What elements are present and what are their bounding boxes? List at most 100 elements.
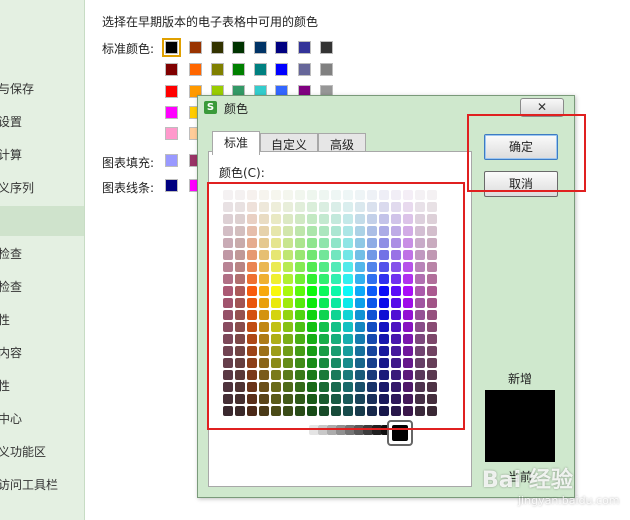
palette-cell[interactable]	[307, 298, 317, 308]
palette-cell[interactable]	[427, 322, 437, 332]
palette-cell[interactable]	[391, 394, 401, 404]
palette-cell[interactable]	[295, 238, 305, 248]
palette-cell[interactable]	[319, 190, 329, 200]
palette-cell[interactable]	[295, 310, 305, 320]
palette-cell[interactable]	[283, 238, 293, 248]
standard-color-swatch[interactable]	[254, 63, 267, 76]
palette-cell[interactable]	[427, 190, 437, 200]
palette-cell[interactable]	[259, 322, 269, 332]
palette-cell[interactable]	[247, 358, 257, 368]
palette-cell[interactable]	[259, 298, 269, 308]
palette-cell[interactable]	[223, 298, 233, 308]
palette-cell[interactable]	[295, 334, 305, 344]
sidebar-item[interactable]: 检查	[0, 239, 84, 269]
standard-color-swatch[interactable]	[162, 38, 181, 57]
palette-cell[interactable]	[307, 322, 317, 332]
palette-cell[interactable]	[319, 334, 329, 344]
palette-cell[interactable]	[307, 358, 317, 368]
palette-cell[interactable]	[355, 358, 365, 368]
palette-cell[interactable]	[319, 346, 329, 356]
palette-cell[interactable]	[259, 358, 269, 368]
palette-cell[interactable]	[415, 382, 425, 392]
palette-cell[interactable]	[331, 310, 341, 320]
sidebar-item[interactable]	[0, 206, 84, 236]
palette-cell[interactable]	[343, 298, 353, 308]
palette-cell[interactable]	[247, 382, 257, 392]
palette-cell[interactable]	[307, 214, 317, 224]
palette-cell[interactable]	[223, 286, 233, 296]
palette-cell[interactable]	[391, 274, 401, 284]
palette-cell[interactable]	[259, 286, 269, 296]
palette-cell[interactable]	[379, 226, 389, 236]
palette-cell[interactable]	[367, 334, 377, 344]
palette-cell[interactable]	[283, 334, 293, 344]
palette-cell[interactable]	[367, 226, 377, 236]
palette-cell[interactable]	[283, 262, 293, 272]
palette-cell[interactable]	[403, 370, 413, 380]
palette-cell[interactable]	[283, 322, 293, 332]
palette-cell[interactable]	[247, 190, 257, 200]
palette-cell[interactable]	[415, 346, 425, 356]
palette-cell[interactable]	[247, 286, 257, 296]
standard-color-swatch[interactable]	[232, 41, 245, 54]
palette-cell[interactable]	[295, 190, 305, 200]
palette-cell[interactable]	[415, 310, 425, 320]
palette-cell[interactable]	[331, 202, 341, 212]
palette-cell[interactable]	[391, 202, 401, 212]
palette-cell[interactable]	[391, 226, 401, 236]
palette-cell[interactable]	[223, 346, 233, 356]
palette-cell[interactable]	[391, 250, 401, 260]
palette-cell[interactable]	[391, 262, 401, 272]
palette-cell[interactable]	[271, 310, 281, 320]
palette-cell[interactable]	[247, 214, 257, 224]
palette-cell[interactable]	[367, 286, 377, 296]
palette-cell[interactable]	[391, 238, 401, 248]
sidebar-item[interactable]: 义功能区	[0, 437, 84, 467]
palette-cell[interactable]	[307, 262, 317, 272]
palette-cell[interactable]	[271, 202, 281, 212]
palette-cell[interactable]	[331, 250, 341, 260]
palette-cell[interactable]	[331, 262, 341, 272]
palette-cell[interactable]	[379, 346, 389, 356]
palette-cell[interactable]	[379, 406, 389, 416]
palette-cell[interactable]	[403, 382, 413, 392]
palette-cell[interactable]	[319, 214, 329, 224]
sidebar-item[interactable]: 中心	[0, 404, 84, 434]
palette-cell[interactable]	[331, 370, 341, 380]
palette-cell[interactable]	[331, 298, 341, 308]
palette-cell[interactable]	[271, 214, 281, 224]
palette-cell[interactable]	[235, 394, 245, 404]
palette-cell[interactable]	[247, 238, 257, 248]
palette-cell[interactable]	[355, 370, 365, 380]
palette-cell[interactable]	[259, 226, 269, 236]
palette-cell[interactable]	[271, 382, 281, 392]
palette-cell[interactable]	[319, 310, 329, 320]
standard-color-swatch[interactable]	[275, 41, 288, 54]
palette-cell[interactable]	[307, 346, 317, 356]
palette-cell[interactable]	[259, 310, 269, 320]
palette-cell[interactable]	[271, 298, 281, 308]
palette-cell[interactable]	[271, 238, 281, 248]
palette-cell[interactable]	[391, 190, 401, 200]
palette-cell[interactable]	[271, 226, 281, 236]
palette-cell[interactable]	[403, 250, 413, 260]
palette-cell[interactable]	[295, 298, 305, 308]
palette-cell[interactable]	[343, 262, 353, 272]
palette-cell[interactable]	[235, 346, 245, 356]
palette-cell[interactable]	[343, 238, 353, 248]
palette-cell[interactable]	[391, 214, 401, 224]
palette-cell[interactable]	[283, 190, 293, 200]
palette-cell[interactable]	[427, 334, 437, 344]
palette-cell[interactable]	[379, 274, 389, 284]
palette-cell[interactable]	[247, 298, 257, 308]
palette-cell[interactable]	[427, 406, 437, 416]
palette-cell[interactable]	[355, 310, 365, 320]
palette-cell[interactable]	[307, 250, 317, 260]
palette-cell[interactable]	[271, 370, 281, 380]
palette-cell[interactable]	[223, 382, 233, 392]
selected-black-swatch[interactable]	[387, 420, 413, 446]
palette-cell[interactable]	[295, 322, 305, 332]
palette-cell[interactable]	[367, 358, 377, 368]
palette-cell[interactable]	[307, 394, 317, 404]
palette-cell[interactable]	[391, 370, 401, 380]
